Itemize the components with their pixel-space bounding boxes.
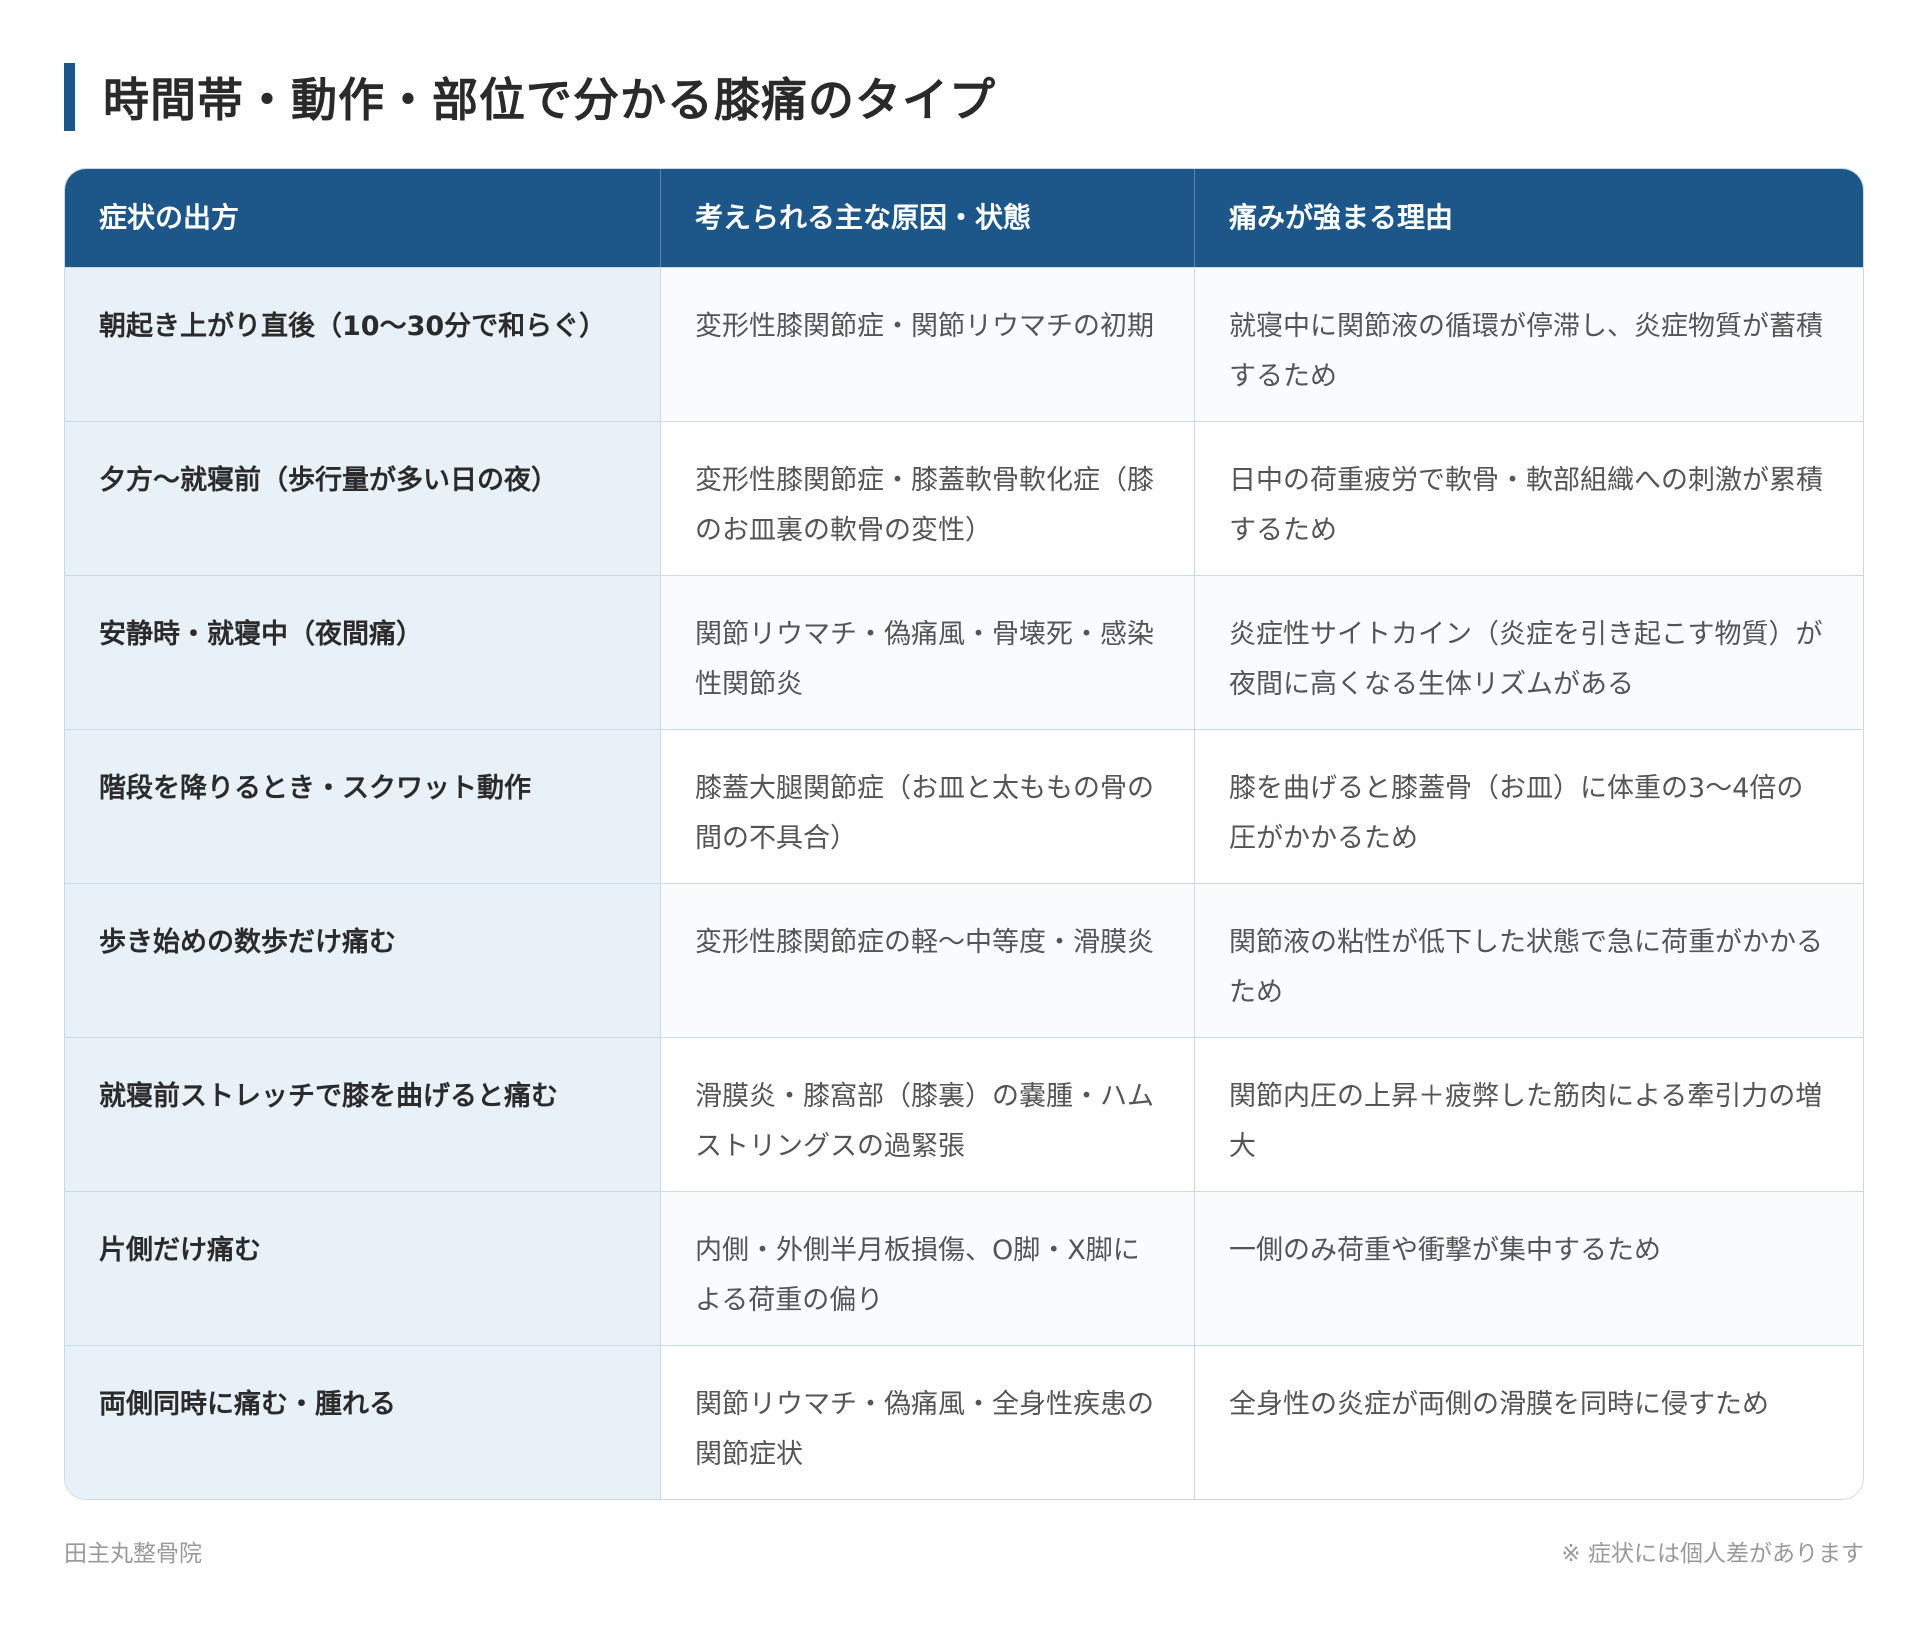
cell-reason: 全身性の炎症が両側の滑膜を同時に侵すため [1195, 1346, 1863, 1499]
cell-cause: 関節リウマチ・偽痛風・骨壊死・感染性関節炎 [661, 576, 1195, 729]
cell-symptom: 階段を降りるとき・スクワット動作 [65, 730, 661, 883]
table-row: 両側同時に痛む・腫れる 関節リウマチ・偽痛風・全身性疾患の関節症状 全身性の炎症… [65, 1345, 1863, 1499]
table-row: 歩き始めの数歩だけ痛む 変形性膝関節症の軽〜中等度・滑膜炎 関節液の粘性が低下し… [65, 883, 1863, 1037]
cell-symptom: 歩き始めの数歩だけ痛む [65, 884, 661, 1037]
cell-cause: 変形性膝関節症の軽〜中等度・滑膜炎 [661, 884, 1195, 1037]
header-symptom: 症状の出方 [65, 169, 661, 267]
table-row: 階段を降りるとき・スクワット動作 膝蓋大腿関節症（お皿と太ももの骨の間の不具合）… [65, 729, 1863, 883]
cell-symptom: 就寝前ストレッチで膝を曲げると痛む [65, 1038, 661, 1191]
table-row: 夕方〜就寝前（歩行量が多い日の夜） 変形性膝関節症・膝蓋軟骨軟化症（膝のお皿裏の… [65, 421, 1863, 575]
table-row: 片側だけ痛む 内側・外側半月板損傷、O脚・X脚による荷重の偏り 一側のみ荷重や衝… [65, 1191, 1863, 1345]
table-row: 就寝前ストレッチで膝を曲げると痛む 滑膜炎・膝窩部（膝裏）の嚢腫・ハムストリング… [65, 1037, 1863, 1191]
title-accent-bar [64, 63, 75, 131]
cell-reason: 日中の荷重疲労で軟骨・軟部組織への刺激が累積するため [1195, 422, 1863, 575]
cell-cause: 内側・外側半月板損傷、O脚・X脚による荷重の偏り [661, 1192, 1195, 1345]
cell-cause: 変形性膝関節症・関節リウマチの初期 [661, 268, 1195, 421]
cell-reason: 関節内圧の上昇＋疲弊した筋肉による牽引力の増大 [1195, 1038, 1863, 1191]
disclaimer-note: ※ 症状には個人差があります [1561, 1541, 1864, 1567]
cell-symptom: 朝起き上がり直後（10〜30分で和らぐ） [65, 268, 661, 421]
cell-symptom: 両側同時に痛む・腫れる [65, 1346, 661, 1499]
table-row: 安静時・就寝中（夜間痛） 関節リウマチ・偽痛風・骨壊死・感染性関節炎 炎症性サイ… [65, 575, 1863, 729]
header-reason: 痛みが強まる理由 [1229, 201, 1454, 234]
table-row: 朝起き上がり直後（10〜30分で和らぐ） 変形性膝関節症・関節リウマチの初期 就… [65, 267, 1863, 421]
page-title: 時間帯・動作・部位で分かる膝痛のタイプ [103, 73, 996, 127]
cell-cause: 膝蓋大腿関節症（お皿と太ももの骨の間の不具合） [661, 730, 1195, 883]
cell-reason: 一側のみ荷重や衝撃が集中するため [1195, 1192, 1863, 1345]
cell-reason: 就寝中に関節液の循環が停滞し、炎症物質が蓄積するため [1195, 268, 1863, 421]
cell-reason: 膝を曲げると膝蓋骨（お皿）に体重の3〜4倍の圧がかかるため [1195, 730, 1863, 883]
cell-reason: 炎症性サイトカイン（炎症を引き起こす物質）が夜間に高くなる生体リズムがある [1195, 576, 1863, 729]
cell-symptom: 片側だけ痛む [65, 1192, 661, 1345]
cell-cause: 滑膜炎・膝窩部（膝裏）の嚢腫・ハムストリングスの過緊張 [661, 1038, 1195, 1191]
table-header-row: 症状の出方 考えられる主な原因・状態 痛みが強まる理由 [65, 169, 1863, 267]
cell-cause: 変形性膝関節症・膝蓋軟骨軟化症（膝のお皿裏の軟骨の変性） [661, 422, 1195, 575]
clinic-name: 田主丸整骨院 [64, 1541, 202, 1567]
cell-symptom: 夕方〜就寝前（歩行量が多い日の夜） [65, 422, 661, 575]
title-block: 時間帯・動作・部位で分かる膝痛のタイプ [64, 62, 996, 132]
header-cause: 考えられる主な原因・状態 [661, 169, 1195, 267]
cell-symptom: 安静時・就寝中（夜間痛） [65, 576, 661, 729]
page: 時間帯・動作・部位で分かる膝痛のタイプ 症状の出方 考えられる主な原因・状態 痛… [0, 0, 1920, 1629]
cell-cause: 関節リウマチ・偽痛風・全身性疾患の関節症状 [661, 1346, 1195, 1499]
symptom-table: 症状の出方 考えられる主な原因・状態 痛みが強まる理由 朝起き上がり直後（10〜… [64, 168, 1864, 1500]
cell-reason: 関節液の粘性が低下した状態で急に荷重がかかるため [1195, 884, 1863, 1037]
